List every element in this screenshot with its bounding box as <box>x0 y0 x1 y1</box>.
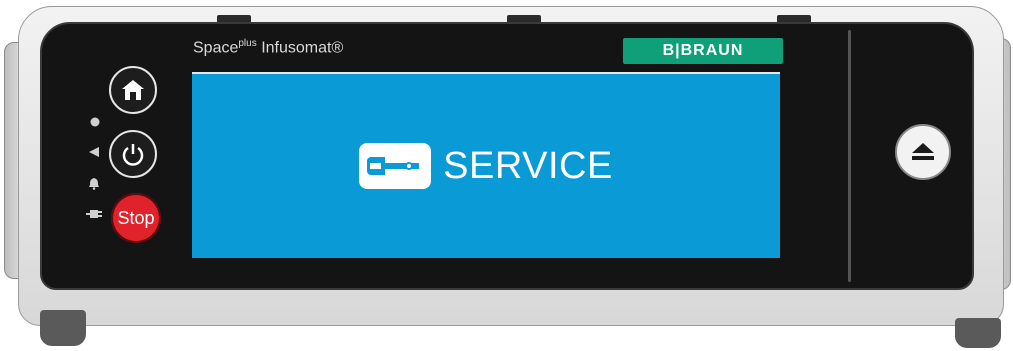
panel-divider <box>848 30 851 282</box>
power-button[interactable] <box>109 130 157 178</box>
display-screen: SERVICE <box>192 72 780 258</box>
wrench-icon <box>359 143 432 189</box>
home-button[interactable] <box>109 66 157 114</box>
model-name: Spaceplus Infusomat® <box>193 38 344 57</box>
power-icon <box>122 144 144 166</box>
home-icon <box>122 80 144 100</box>
status-label: SERVICE <box>443 144 613 187</box>
brand-logo: B|BRAUN <box>623 38 783 64</box>
stop-button[interactable]: Stop <box>111 193 161 243</box>
power-plug-icon <box>86 210 102 218</box>
bottom-left-clip <box>40 310 86 346</box>
alarm-bell-icon <box>89 178 99 190</box>
bottom-right-clip <box>955 318 1001 348</box>
eject-icon <box>912 143 934 160</box>
status-dot-icon <box>90 117 100 127</box>
pause-triangle-icon <box>89 147 99 157</box>
eject-button[interactable] <box>895 124 951 180</box>
